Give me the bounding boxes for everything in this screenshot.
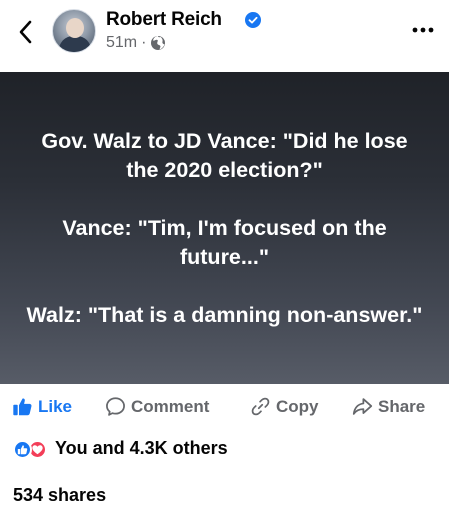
post-image[interactable]: Gov. Walz to JD Vance: "Did he lose the …	[0, 72, 449, 384]
post-time[interactable]: 51m	[106, 34, 137, 52]
post-header: Robert Reich 51m ·	[0, 0, 449, 72]
post-meta: 51m ·	[106, 34, 166, 52]
post-paragraph: Gov. Walz to JD Vance: "Did he lose the …	[41, 128, 408, 182]
action-bar: Like Comment Copy Share	[0, 384, 449, 428]
comment-button[interactable]: Comment	[105, 396, 209, 417]
author-name[interactable]: Robert Reich	[106, 9, 222, 31]
like-button[interactable]: Like	[12, 396, 72, 417]
avatar-body-shape	[59, 36, 91, 52]
share-label: Share	[378, 396, 426, 416]
avatar[interactable]	[52, 9, 96, 53]
shares-count[interactable]: 534 shares	[13, 485, 106, 506]
back-button[interactable]	[14, 16, 38, 48]
avatar-head-shape	[66, 18, 84, 38]
link-icon	[251, 397, 270, 416]
thumbs-up-icon	[13, 398, 32, 416]
share-arrow-icon	[352, 398, 373, 415]
chevron-left-icon	[19, 20, 32, 44]
reaction-icons	[13, 439, 49, 459]
reactions-count: You and 4.3K others	[55, 438, 228, 458]
more-options-button[interactable]	[411, 22, 435, 38]
copy-label: Copy	[276, 396, 319, 416]
share-button[interactable]: Share	[352, 396, 425, 417]
post-paragraph: Walz: "That is a damning non-answer."	[26, 302, 423, 327]
verified-badge-icon	[245, 12, 261, 28]
like-reaction-icon	[13, 439, 32, 459]
like-label: Like	[38, 396, 73, 416]
comment-bubble-icon	[106, 397, 125, 416]
copy-link-button[interactable]: Copy	[250, 396, 319, 417]
globe-icon[interactable]	[150, 35, 166, 51]
reactions-summary[interactable]: You and 4.3K others	[13, 438, 228, 459]
post-paragraph: Vance: "Tim, I'm focused on the future..…	[62, 215, 387, 269]
post-text: Gov. Walz to JD Vance: "Did he lose the …	[24, 127, 425, 330]
comment-label: Comment	[131, 396, 210, 416]
meta-separator: ·	[141, 34, 147, 51]
more-horizontal-icon	[412, 27, 434, 33]
